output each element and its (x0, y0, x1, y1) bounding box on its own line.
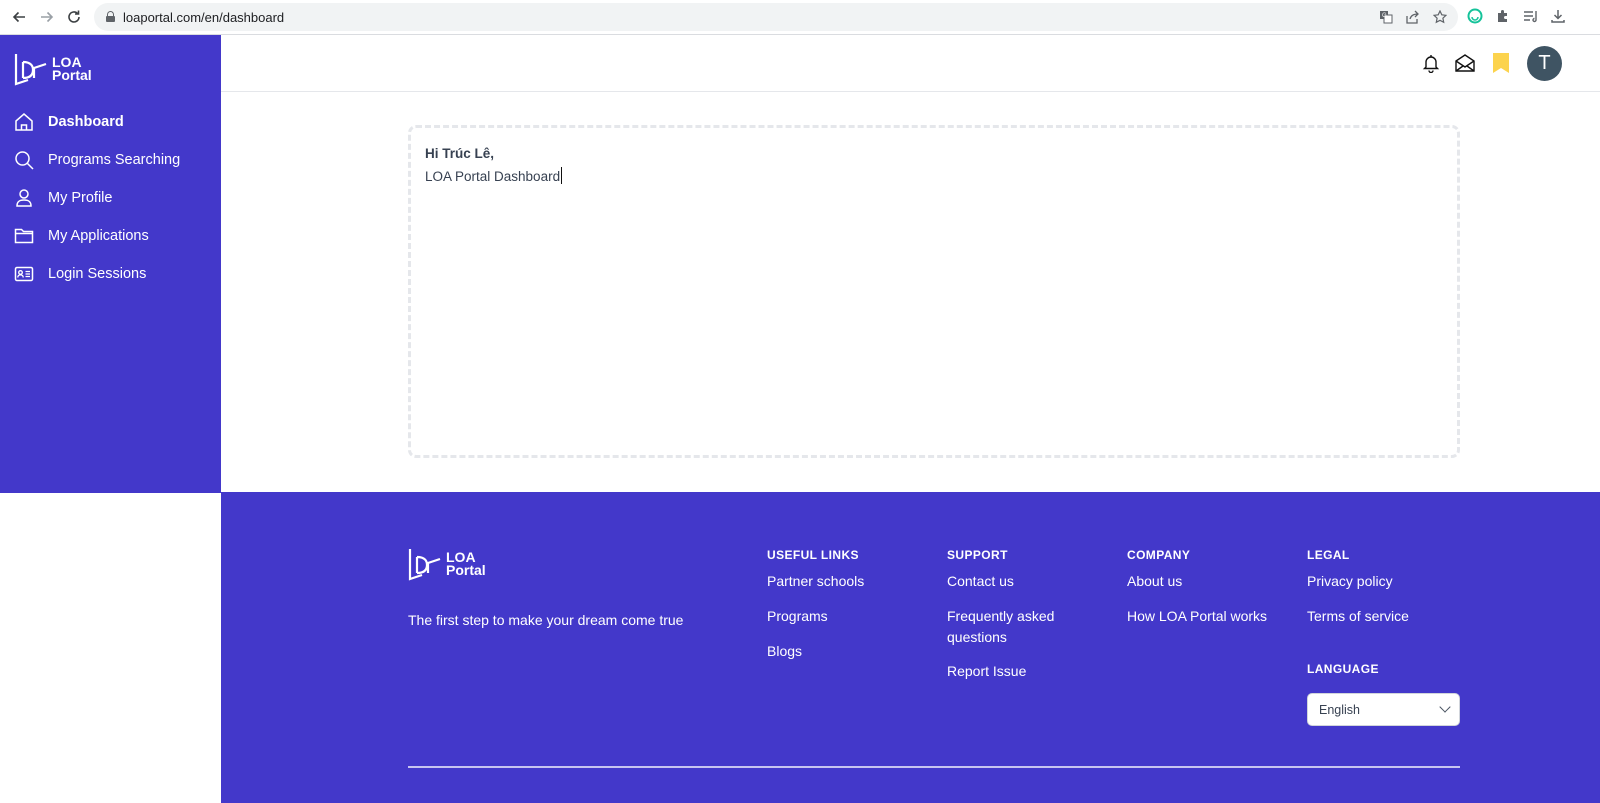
footer-link-contact-us[interactable]: Contact us (947, 571, 1014, 592)
footer-link-how-it-works[interactable]: How LOA Portal works (1127, 606, 1267, 627)
footer-link-blogs[interactable]: Blogs (767, 641, 802, 662)
sidebar-item-my-profile[interactable]: My Profile (0, 181, 221, 215)
footer-column-heading: LEGAL (1307, 548, 1350, 562)
footer: LOA Portal The first step to make your d… (221, 492, 1600, 803)
language-selected-value: English (1319, 702, 1360, 717)
dashboard-subtitle[interactable]: LOA Portal Dashboard (425, 167, 562, 184)
sidebar-item-programs-searching[interactable]: Programs Searching (0, 143, 221, 177)
footer-divider (408, 766, 1460, 768)
footer-column-company: COMPANY About us How LOA Portal works (1127, 548, 1267, 624)
loa-logo-icon (408, 549, 441, 581)
loa-logo-icon (14, 54, 47, 86)
footer-link-programs[interactable]: Programs (767, 606, 828, 627)
language-heading: LANGUAGE (1307, 662, 1379, 676)
translate-icon[interactable]: G (1377, 8, 1395, 26)
sidebar-item-label: Programs Searching (48, 152, 181, 168)
sidebar-item-label: Dashboard (48, 114, 124, 130)
logo-line-2: Portal (52, 67, 92, 83)
top-header: T (221, 35, 1600, 92)
sidebar-item-login-sessions[interactable]: Login Sessions (0, 257, 221, 291)
sidebar: LOA Portal Dashboard Programs Searching … (0, 35, 221, 493)
footer-tagline: The first step to make your dream come t… (408, 612, 684, 628)
footer-link-privacy-policy[interactable]: Privacy policy (1307, 571, 1393, 592)
reading-list-icon[interactable] (1521, 6, 1541, 26)
footer-column-heading: USEFUL LINKS (767, 548, 859, 562)
footer-column-useful-links: USEFUL LINKS Partner schools Programs Bl… (767, 548, 864, 659)
footer-brand-logo[interactable]: LOA Portal (408, 547, 486, 581)
logo-line-2: Portal (446, 562, 486, 578)
grammarly-extension-icon[interactable] (1465, 6, 1485, 26)
bookmark-icon[interactable] (1489, 51, 1513, 75)
home-icon (14, 112, 34, 132)
svg-text:G: G (1382, 13, 1387, 19)
download-icon[interactable] (1548, 6, 1568, 26)
language-select[interactable]: English (1307, 693, 1460, 726)
footer-column-legal: LEGAL Privacy policy Terms of service LA… (1307, 548, 1460, 726)
brand-logo[interactable]: LOA Portal (14, 52, 92, 86)
extensions-puzzle-icon[interactable] (1493, 6, 1513, 26)
footer-column-support: SUPPORT Contact us Frequently asked ques… (947, 548, 1054, 679)
dashboard-welcome-card: Hi Trúc Lê, LOA Portal Dashboard (408, 125, 1460, 458)
address-bar[interactable]: loaportal.com/en/dashboard G (94, 3, 1458, 31)
back-arrow-icon[interactable] (7, 5, 31, 29)
greeting-text: Hi Trúc Lê, (425, 146, 495, 161)
avatar-initial: T (1538, 52, 1551, 74)
user-avatar[interactable]: T (1527, 46, 1562, 81)
sidebar-item-label: Login Sessions (48, 266, 147, 282)
footer-column-heading: COMPANY (1127, 548, 1191, 562)
bell-icon[interactable] (1419, 51, 1443, 75)
sidebar-item-my-applications[interactable]: My Applications (0, 219, 221, 253)
footer-column-heading: SUPPORT (947, 548, 1008, 562)
forward-arrow-icon[interactable] (35, 5, 59, 29)
footer-link-partner-schools[interactable]: Partner schools (767, 571, 864, 592)
bookmark-star-icon[interactable] (1431, 8, 1449, 26)
chevron-down-icon (1439, 701, 1451, 713)
share-icon[interactable] (1403, 8, 1421, 26)
id-card-icon (14, 264, 34, 284)
footer-link-faq[interactable]: Frequently asked questions (947, 606, 1067, 648)
folder-icon (14, 226, 34, 246)
sidebar-item-dashboard[interactable]: Dashboard (0, 105, 221, 139)
browser-toolbar: loaportal.com/en/dashboard G (0, 0, 1600, 35)
search-icon (14, 150, 34, 170)
reload-icon[interactable] (62, 5, 86, 29)
sidebar-item-label: My Profile (48, 190, 113, 206)
footer-link-terms-of-service[interactable]: Terms of service (1307, 606, 1409, 627)
user-icon (14, 188, 34, 208)
footer-link-about-us[interactable]: About us (1127, 571, 1182, 592)
url-text[interactable]: loaportal.com/en/dashboard (123, 10, 284, 25)
sidebar-item-label: My Applications (48, 228, 149, 244)
lock-icon (106, 11, 115, 22)
envelope-open-icon[interactable] (1453, 51, 1477, 75)
footer-link-report-issue[interactable]: Report Issue (947, 661, 1026, 682)
